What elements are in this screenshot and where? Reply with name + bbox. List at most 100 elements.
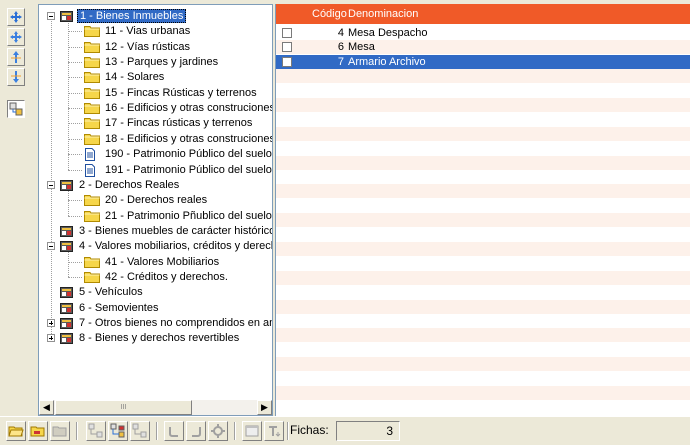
redo-disabled-icon <box>192 427 201 437</box>
empty-table-row <box>276 141 690 155</box>
tree-node-subcategory[interactable]: 21 - Patrimonio Pñublico del suelo. aprc <box>39 209 272 223</box>
tree-node-subcategory[interactable]: 191 - Patrimonio Público del suelo. Cons <box>39 163 272 177</box>
tree-node-label: 3 - Bienes muebles de carácter histórico… <box>79 224 273 237</box>
empty-table-row <box>276 126 690 141</box>
empty-table-row <box>276 328 690 343</box>
tree-node-category[interactable]: 3 - Bienes muebles de carácter histórico… <box>39 224 273 238</box>
tree-horizontal-scrollbar[interactable]: ◀ III ▶ <box>39 400 272 415</box>
folder-button[interactable] <box>28 421 48 441</box>
empty-table-row <box>276 299 690 314</box>
open-folder-icon <box>8 426 24 437</box>
move-up-icon <box>11 51 21 63</box>
tree-node-label: 7 - Otros bienes no comprendidos en ante… <box>79 317 272 329</box>
tree-node-label: 16 - Edificios y otras construciones <box>105 102 273 115</box>
tree-node-category[interactable]: 1 - Bienes Inmuebles <box>39 9 272 23</box>
empty-table-row <box>276 112 690 126</box>
move-horizontal-icon <box>10 31 22 43</box>
row-checkbox[interactable] <box>282 42 292 53</box>
empty-table-row <box>276 400 690 414</box>
tree-node-category[interactable]: 5 - Vehículos <box>39 285 272 299</box>
tree-disabled-icon <box>88 423 103 438</box>
tree-node-subcategory[interactable]: 190 - Patrimonio Público del suelo. Terr <box>39 147 272 162</box>
redo-disabled-button[interactable] <box>186 421 206 441</box>
folder-icon <box>30 426 45 437</box>
tree-node-subcategory[interactable]: 11 - Vias urbanas <box>39 24 272 38</box>
tree-node-subcategory[interactable]: 17 - Fincas rústicas y terrenos <box>39 116 272 130</box>
toolbar-separator <box>156 422 158 440</box>
tree-node-category[interactable]: 4 - Valores mobiliarios, créditos y dere… <box>39 239 273 253</box>
tree-node-label: 4 - Valores mobiliarios, créditos y dere… <box>79 240 273 253</box>
tree-disabled-icon-2 <box>132 423 147 438</box>
table-row[interactable]: 4 Mesa Despacho <box>276 26 690 40</box>
table-row[interactable]: 6 Mesa <box>276 40 690 55</box>
tree-node-label: 42 - Créditos y derechos. <box>105 270 228 283</box>
tree-disabled-button-2[interactable] <box>130 421 150 441</box>
fichas-label: Fichas: <box>290 423 329 437</box>
settings-disabled-button[interactable] <box>208 421 228 441</box>
move-up-button[interactable] <box>7 48 25 66</box>
tree-disabled-button[interactable] <box>86 421 106 441</box>
cell-codigo: 7 <box>337 55 344 68</box>
settings-disabled-icon <box>211 424 225 438</box>
tree-node-label: 6 - Semovientes <box>79 301 159 314</box>
tree-node-label: 15 - Fincas Rústicas y terrenos <box>105 86 257 99</box>
expand-icon[interactable] <box>47 319 55 327</box>
tree-node-category[interactable]: 7 - Otros bienes no comprendidos en ante… <box>39 316 272 330</box>
toolbar-separator <box>287 422 289 440</box>
tree-node-subcategory[interactable]: 42 - Créditos y derechos. <box>39 270 272 284</box>
empty-table-row <box>276 386 690 400</box>
cell-denominacion: Mesa <box>348 41 375 54</box>
tree-node-subcategory[interactable]: 15 - Fincas Rústicas y terrenos <box>39 86 272 100</box>
undo-disabled-button[interactable] <box>164 421 184 441</box>
collapse-icon[interactable] <box>47 242 55 251</box>
empty-table-row <box>276 199 690 213</box>
table-row[interactable]: 7 Armario Archivo <box>276 54 690 69</box>
collapse-icon[interactable] <box>47 12 55 20</box>
expand-icon[interactable] <box>47 334 55 343</box>
tree-node-category[interactable]: 2 - Derechos Reales <box>39 178 272 192</box>
column-header-codigo[interactable]: Código <box>312 4 347 24</box>
tree-node-category[interactable]: 8 - Bienes y derechos revertibles <box>39 331 272 345</box>
tree-node-subcategory[interactable]: 18 - Edificios y otras construciones <box>39 132 272 146</box>
cell-denominacion: Mesa Despacho <box>348 27 428 39</box>
empty-table-row <box>276 228 690 242</box>
tree-node-label: 41 - Valores Mobiliarios <box>105 255 220 268</box>
link-node-button[interactable] <box>7 100 25 118</box>
tree-node-subcategory[interactable]: 13 - Parques y jardines <box>39 55 272 69</box>
tree-node-label: 8 - Bienes y derechos revertibles <box>79 332 240 345</box>
tree-node-category[interactable]: 6 - Semovientes <box>39 301 272 315</box>
fichas-count: 3 <box>336 421 400 441</box>
empty-table-row <box>276 84 690 98</box>
collapse-icon[interactable] <box>47 180 55 189</box>
folder-disabled-button[interactable] <box>50 421 70 441</box>
empty-table-row <box>276 285 690 299</box>
tree-node-label: 12 - Vías rústicas <box>105 40 190 53</box>
scroll-thumb[interactable]: III <box>55 400 192 415</box>
column-header-denominacion[interactable]: Denominacion <box>348 4 418 24</box>
tree-node-subcategory[interactable]: 20 - Derechos reales <box>39 193 272 207</box>
open-folder-button[interactable] <box>6 421 26 441</box>
text-disabled-button[interactable] <box>264 421 284 441</box>
category-tree[interactable]: 1 - Bienes Inmuebles 11 - Vias urbanas 12 … <box>38 4 273 416</box>
scroll-right-button[interactable]: ▶ <box>257 400 272 415</box>
tree-node-subcategory[interactable]: 41 - Valores Mobiliarios <box>39 255 272 269</box>
row-checkbox[interactable] <box>282 56 292 67</box>
tree-node-subcategory[interactable]: 12 - Vías rústicas <box>39 40 272 54</box>
tree-node-subcategory[interactable]: 14 - Solares <box>39 70 272 84</box>
empty-table-row <box>276 98 690 112</box>
move-all-button[interactable] <box>7 8 25 26</box>
items-grid: Código Denominacion 4 Mesa Despacho 6 Mesa 7… <box>275 4 690 416</box>
row-checkbox[interactable] <box>282 28 292 38</box>
folder-disabled-icon <box>52 426 67 437</box>
empty-table-row <box>276 256 690 270</box>
empty-table-row <box>276 155 690 170</box>
move-horizontal-button[interactable] <box>7 28 25 46</box>
tree-node-label: 14 - Solares <box>105 71 165 84</box>
tree-node-subcategory[interactable]: 16 - Edificios y otras construciones <box>39 101 273 115</box>
tree-color-button[interactable] <box>108 421 128 441</box>
tree-node-label: 5 - Vehículos <box>79 286 143 299</box>
window-disabled-button[interactable] <box>242 421 262 441</box>
scroll-left-button[interactable]: ◀ <box>39 400 54 415</box>
text-disabled-icon <box>269 426 281 437</box>
move-down-button[interactable] <box>7 68 25 86</box>
